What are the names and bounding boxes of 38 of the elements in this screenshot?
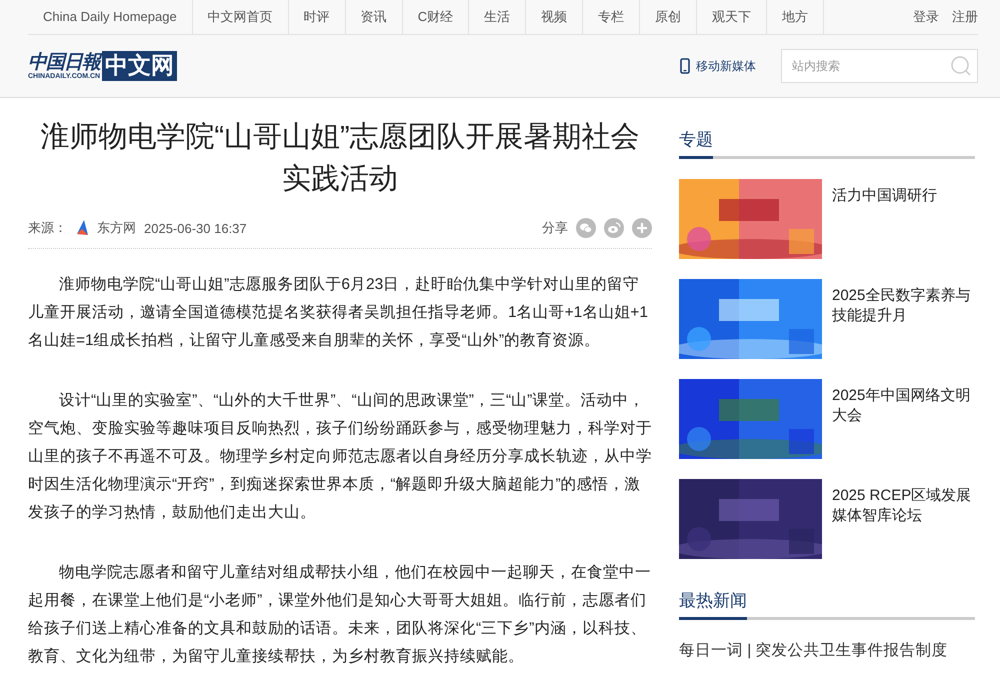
nav-link[interactable]: 中文网首页 (192, 0, 289, 34)
search-field[interactable]: 站内搜索 (781, 49, 978, 83)
plus-icon[interactable] (632, 218, 652, 238)
publish-date: 2025-06-30 16:37 (144, 220, 247, 236)
search-icon[interactable] (950, 55, 972, 77)
nav-link[interactable]: C财经 (402, 0, 470, 34)
source-name: 东方网 (97, 219, 136, 237)
topic-link[interactable]: 2025 RCEP区域发展媒体智库论坛 (832, 479, 975, 559)
share-label: 分享 (542, 219, 568, 237)
account-link[interactable]: 注册 (952, 8, 978, 26)
topic-link[interactable]: 2025年中国网络文明大会 (832, 379, 975, 459)
nav-link[interactable]: China Daily Homepage (28, 0, 193, 34)
article-title: 淮师物电学院“山哥山姐”志愿团队开展暑期社会实践活动 (39, 120, 641, 197)
article-paragraph: 淮师物电学院“山哥山姐”志愿服务团队于6月23日，赴盱眙仇集中学针对山里的留守儿童开展活动，邀请全国道德模范提名奖获得者吴凯担任指导老师。1名山哥+1名山姐+1名山娃=1组成长拍档，让留守儿童感受来自朋辈的关怀，享受“山外”的教育资源。 (28, 275, 649, 351)
nav-link[interactable]: 专栏 (583, 0, 640, 34)
nav-link[interactable]: 生活 (469, 0, 526, 34)
mobile-media-link[interactable]: 移动新媒体 (680, 58, 756, 74)
article-paragraph: 设计“山里的实验室”、“山外的大千世界”、“山间的思政课堂”，三“山”课堂。活动中，空气炮、变脸实验等趣味项目反响热烈，孩子们纷纷踊跃参与，感受物理魅力，科学对于山里的孩子不再遥不可及。物理学乡村定向师范志愿者以自身经历分享成长轨迹，从中学时因生活化物理演示“开窍”，到痴迷探索世界本质，“解题即升级大脑超能力”的感悟，激发孩子的学习热情，鼓励他们走出大山。 (28, 390, 652, 523)
article-paragraph: 物电学院志愿者和留守儿童结对组成帮扶小组，他们在校园中一起聊天，在食堂中一起用餐，在课堂上他们是“小老师”，课堂外他们是知心大哥哥大姐姐。临行前，志愿者们给孩子们送上精心准备的文具和鼓励的话语。未来，团队将深化“三下乡”内涵，以科技、教育、文化为纽带，为留守儿童接续帮扶，为乡村教育振兴持续赋能。 (28, 563, 652, 667)
nav-link[interactable]: 时评 (288, 0, 346, 34)
logo-site-name[interactable]: 中文网 (102, 51, 178, 81)
nav-link[interactable]: 观天下 (697, 0, 768, 34)
section-title: 最热新闻 (679, 589, 747, 620)
weibo-icon[interactable] (604, 218, 624, 238)
account-link[interactable]: 登录 (913, 8, 939, 26)
phone-icon (680, 58, 690, 74)
source-label: 来源： (28, 219, 67, 237)
chat-icon[interactable] (576, 218, 596, 238)
nav-link[interactable]: 资讯 (346, 0, 403, 34)
source-logo-icon (75, 220, 89, 236)
topic-link[interactable]: 活力中国调研行 (832, 179, 937, 259)
logo-text[interactable]: 中国日報 (28, 52, 100, 72)
nav-link[interactable]: 视频 (526, 0, 584, 34)
nav-link[interactable]: 原创 (640, 0, 698, 34)
section-title: 专题 (679, 128, 713, 159)
nav-link[interactable]: 地方 (767, 0, 824, 34)
news-link[interactable]: 每日一词 | 突发公共卫生事件报告制度 (679, 640, 975, 661)
topic-link[interactable]: 2025全民数字素养与技能提升月 (832, 279, 975, 359)
